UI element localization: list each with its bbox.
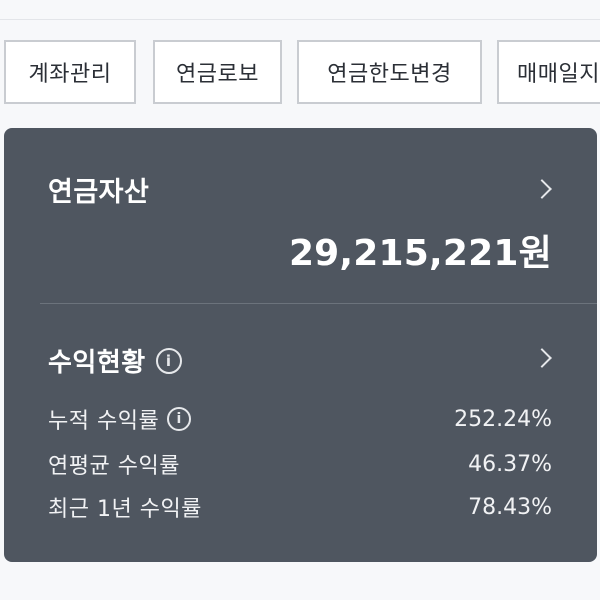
profit-row-cumulative: 누적 수익률 i 252.24%	[48, 404, 552, 435]
tab-pension-limit-change[interactable]: 연금한도변경	[297, 40, 482, 104]
profit-status-title: 수익현황	[48, 348, 146, 378]
tab-account-management[interactable]: 계좌관리	[4, 40, 136, 104]
pension-asset-amount: 29,215,221원	[288, 233, 552, 274]
profit-row-value: 46.37%	[468, 451, 552, 477]
top-bar	[0, 0, 600, 20]
profit-row-value: 78.43%	[468, 494, 552, 520]
profit-row-recent-year: 최근 1년 수익률 78.43%	[48, 492, 552, 523]
profit-row-value: 252.24%	[454, 406, 552, 432]
profit-row-annual-average: 연평균 수익률 46.37%	[48, 449, 552, 480]
divider	[40, 303, 597, 304]
tab-trading-journal[interactable]: 매매일지	[497, 40, 600, 104]
tab-pension-robo[interactable]: 연금로보	[153, 40, 282, 104]
profit-row-label: 연평균 수익률	[48, 454, 180, 479]
chevron-right-icon[interactable]	[532, 348, 552, 368]
info-icon[interactable]: i	[155, 347, 182, 374]
pension-asset-title[interactable]: 연금자산	[48, 170, 149, 209]
menu-tabs: 계좌관리 연금로보 연금한도변경 매매일지	[0, 38, 600, 106]
info-icon[interactable]: i	[167, 407, 192, 431]
profit-row-label: 최근 1년 수익률	[48, 497, 202, 522]
profit-status-header[interactable]: 수익현황 i	[48, 342, 182, 379]
profit-row-label: 누적 수익률	[48, 409, 160, 434]
pension-summary-card: 연금자산 29,215,221원 수익현황 i 누적 수익률 i 252.24%…	[4, 128, 597, 562]
chevron-right-icon[interactable]	[532, 179, 552, 199]
